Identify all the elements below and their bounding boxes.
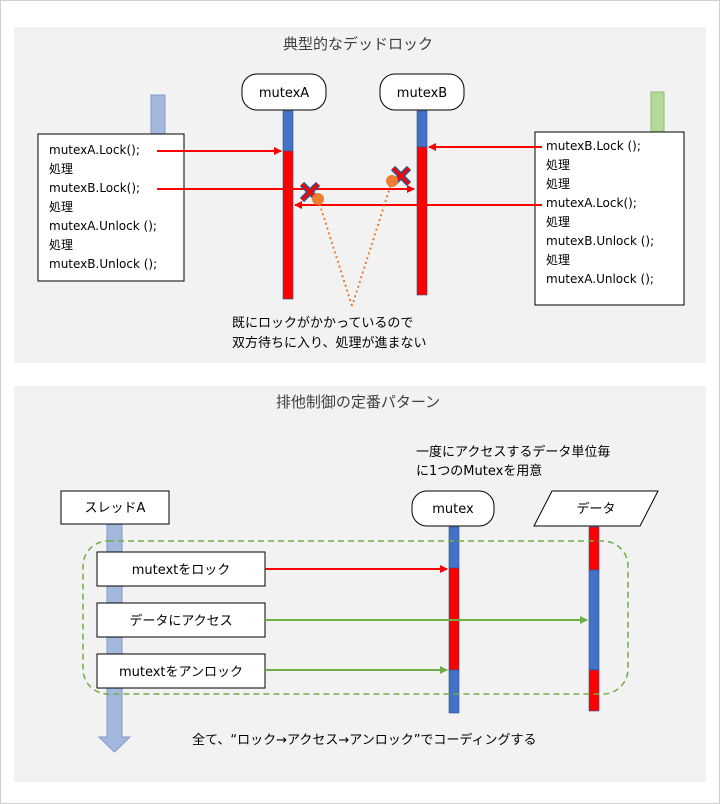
thread1-line: mutexA.Unlock (); <box>49 219 157 233</box>
thread1-line: mutexB.Unlock (); <box>49 257 157 271</box>
callout-line <box>351 180 393 307</box>
mutexA-lifeline-locked <box>282 150 294 300</box>
thread2-line: mutexB.Lock (); <box>546 139 641 153</box>
step-lock-label: mutextをロック <box>132 563 231 578</box>
data-lifeline-locked <box>588 669 600 712</box>
thread1-line: 処理 <box>49 238 73 252</box>
mutex-lifeline-free <box>448 669 460 714</box>
thread2-line: mutexB.Unlock (); <box>546 234 654 248</box>
thread2-line: 処理 <box>546 215 570 229</box>
thread1-line: mutexB.Lock(); <box>49 181 140 195</box>
thread2-line: 処理 <box>546 177 570 191</box>
mutexB-lifeline-locked <box>416 146 428 296</box>
mutex-label: mutex <box>432 502 474 517</box>
pattern-title: 排他制御の定番パターン <box>276 393 440 411</box>
step-unlock-label: mutextをアンロック <box>119 665 243 680</box>
threadA-label: スレッドA <box>85 501 146 516</box>
deadlock-note: 既にロックがかかっているので <box>232 316 413 331</box>
step-access-label: データにアクセス <box>129 613 232 629</box>
mutex-lifeline-free <box>448 526 460 569</box>
thread2-line: mutexA.Unlock (); <box>546 272 654 286</box>
mutexB-lifeline-free <box>416 110 428 148</box>
mutexA-lifeline-free <box>282 110 294 152</box>
thread1-line: 処理 <box>49 162 73 176</box>
mutexA-label: mutexA <box>259 86 309 101</box>
callout-dot <box>312 193 324 205</box>
thread1-line: 処理 <box>49 200 73 214</box>
callout-dot <box>386 175 398 187</box>
data-lifeline-access <box>588 569 600 671</box>
pattern-footer: 全て、“ロック→アクセス→アンロック”でコーディングする <box>192 732 537 748</box>
pattern-note: に1つのMutexを用意 <box>416 463 542 479</box>
pattern-note: 一度にアクセスするデータ単位毎 <box>416 444 610 460</box>
thread2-line: 処理 <box>546 158 570 172</box>
data-lifeline-locked <box>588 526 600 571</box>
thread2-line: mutexA.Lock(); <box>546 196 637 210</box>
deadlock-note: 双方待ちに入り、処理が進まない <box>232 335 426 351</box>
mutexB-label: mutexB <box>397 86 447 101</box>
deadlock-title: 典型的なデッドロック <box>283 35 433 53</box>
diagram-canvas: 典型的なデッドロック mutexA.Lock(); 処理 mutexB.Lock… <box>37 35 685 753</box>
data-label: データ <box>576 501 615 517</box>
thread1-line: mutexA.Lock(); <box>49 143 140 157</box>
callout-line <box>317 198 353 307</box>
thread2-line: 処理 <box>546 253 570 267</box>
